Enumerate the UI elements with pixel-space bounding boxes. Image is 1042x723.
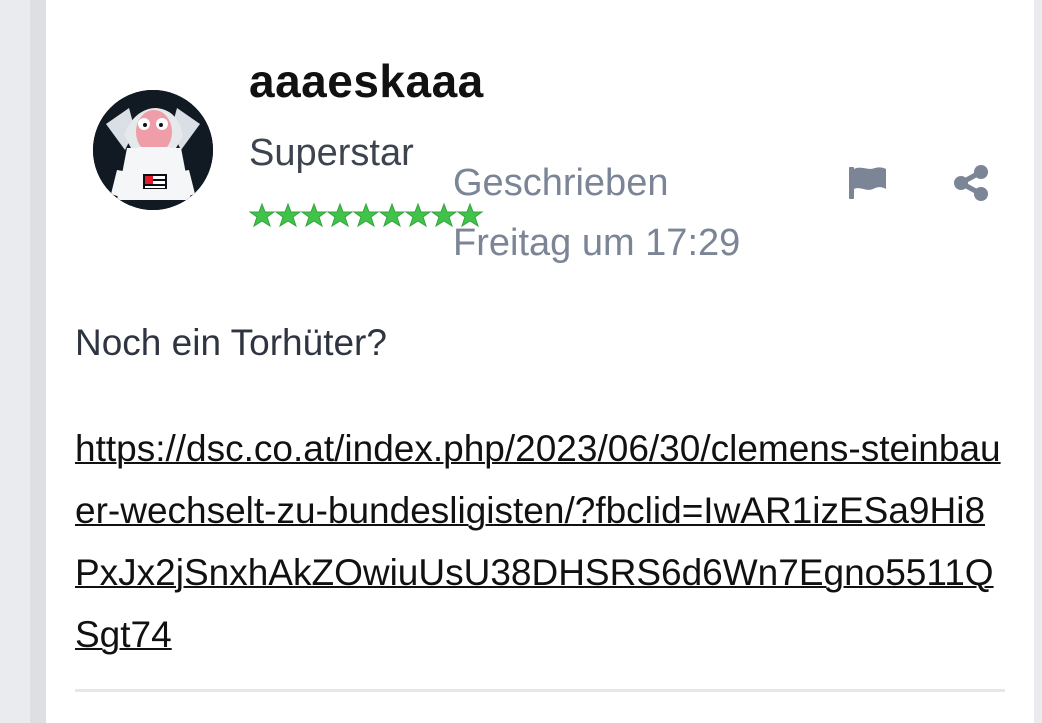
post-date-label: Geschrieben <box>453 162 669 204</box>
star-icon <box>300 202 328 228</box>
star-icon <box>274 202 302 228</box>
avatar-image <box>93 90 213 210</box>
flag-icon <box>849 167 886 199</box>
post-divider <box>75 689 1005 692</box>
star-icon <box>378 202 406 228</box>
star-icon <box>404 202 432 228</box>
share-button[interactable] <box>952 164 990 202</box>
post-link[interactable]: https://dsc.co.at/index.php/2023/06/30/c… <box>75 418 1005 666</box>
post-message: Noch ein Torhüter? <box>75 322 387 363</box>
star-icon <box>326 202 354 228</box>
star-icon <box>249 202 276 228</box>
share-icon <box>954 165 988 201</box>
left-gutter-border <box>30 0 46 723</box>
left-gutter <box>0 0 30 723</box>
report-button[interactable] <box>846 164 888 202</box>
right-gutter <box>1034 0 1042 723</box>
author-rank: Superstar <box>249 132 414 174</box>
author-avatar[interactable] <box>93 90 213 210</box>
author-name[interactable]: aaaeskaaa <box>249 58 484 104</box>
post-date[interactable]: Freitag um 17:29 <box>453 224 740 262</box>
forum-post-card: aaaeskaaa Superstar Geschrieben Freitag … <box>46 0 1034 723</box>
star-icon <box>352 202 380 228</box>
